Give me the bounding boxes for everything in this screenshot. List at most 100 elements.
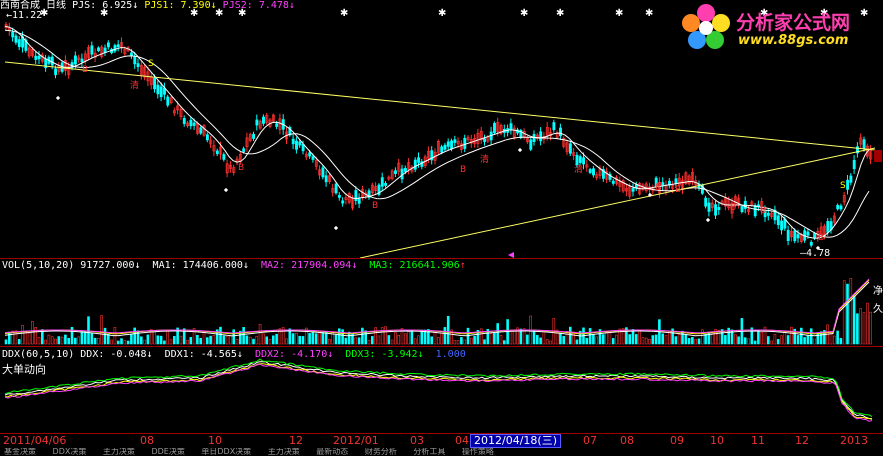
candle-body: [11, 32, 15, 38]
candle-body: [153, 77, 157, 90]
volume-bar: [90, 332, 94, 345]
candle-body: [242, 148, 246, 152]
low-price-marker: —4.78: [800, 248, 830, 259]
candle-body: [275, 123, 279, 127]
axis-label: 12: [795, 434, 809, 447]
volume-bar: [225, 335, 229, 345]
ddx-line: [4, 363, 873, 422]
candle-body: [575, 154, 579, 166]
volume-bar: [638, 329, 641, 345]
volume-bar: [809, 328, 813, 345]
volume-bar: [179, 336, 183, 345]
candle-body: [17, 39, 21, 47]
candle-body: [443, 144, 447, 150]
candle-body: [766, 212, 770, 216]
volume-bar: [413, 338, 417, 345]
bottom-tab[interactable]: 主力决策: [103, 448, 135, 456]
volume-bar: [704, 333, 707, 345]
volume-bar: [17, 339, 21, 345]
candle-body: [252, 133, 256, 139]
candle-body: [552, 122, 556, 131]
separator-volume-ddx: [0, 346, 883, 347]
candle-body: [836, 204, 840, 210]
volume-bar: [526, 334, 529, 345]
logo-url: www.88gs.com: [738, 33, 849, 48]
volume-bar: [173, 336, 176, 345]
volume-bar: [74, 337, 77, 345]
volume-bar: [469, 337, 473, 345]
bottom-tab[interactable]: 最新动态: [316, 448, 348, 456]
bottom-tab[interactable]: DDX决策: [53, 448, 87, 456]
volume-bar: [64, 334, 67, 345]
axis-label: 10: [208, 434, 222, 447]
volume-bar: [189, 337, 193, 345]
ddx2-arrow: ↓: [327, 349, 334, 360]
volume-bar: [842, 280, 846, 345]
right-edge-marker: [874, 150, 882, 162]
candle-body: [592, 168, 595, 176]
volume-bar: [453, 340, 457, 345]
candle-body: [97, 47, 100, 51]
bottom-tab[interactable]: 操作策略: [462, 448, 494, 456]
bottom-tab[interactable]: DDE决策: [151, 448, 184, 456]
volume-bar: [846, 283, 849, 345]
bottom-tab[interactable]: 财务分析: [365, 448, 397, 456]
volume-bar: [601, 334, 605, 345]
axis-selected-date[interactable]: 2012/04/18(三): [470, 434, 561, 448]
ddx1-arrow: ↓: [236, 349, 243, 360]
candle-body: [262, 116, 265, 124]
volume-bar: [301, 336, 305, 345]
candle-body: [205, 134, 209, 141]
volume-bar: [265, 336, 269, 345]
volume-bar: [443, 327, 447, 345]
volume-bar: [694, 339, 698, 345]
ma1-arrow: ↓: [242, 260, 249, 271]
volume-bar: [397, 334, 401, 345]
volume-bar: [44, 339, 47, 345]
volume-bar: [644, 337, 648, 345]
volume-bar: [57, 336, 61, 345]
vol-title[interactable]: VOL(5,10,20): [2, 260, 74, 271]
volume-bar: [130, 333, 133, 345]
ddx-lines: [4, 358, 873, 422]
volume-bar: [691, 337, 694, 345]
ddx2-label: DDX2:: [254, 349, 286, 360]
volume-bar: [592, 334, 595, 345]
volume-bar: [374, 327, 377, 345]
vol-value: 91727.000: [80, 260, 135, 271]
volume-bar: [262, 333, 265, 345]
volume-ma-lines: [4, 278, 870, 337]
candle-body: [417, 157, 421, 163]
volume-bar: [110, 339, 113, 345]
volume-bar: [549, 340, 552, 345]
candle-body: [298, 141, 302, 146]
bottom-tab[interactable]: 分析工具: [413, 448, 445, 456]
bottom-tab[interactable]: 单日DDX决策: [201, 448, 251, 456]
bottom-tab[interactable]: 基金决策: [4, 448, 36, 456]
volume-bar: [83, 330, 87, 345]
ma1-label: MA1:: [152, 260, 177, 271]
candle-body: [849, 175, 853, 183]
signal-label: B: [730, 203, 736, 213]
candle-body: [588, 169, 592, 173]
bottom-tab[interactable]: 主力决策: [268, 448, 300, 456]
volume-bar: [436, 337, 440, 345]
volume-bar: [202, 331, 206, 345]
volume-bar: [295, 333, 298, 345]
site-logo-flower-icon: [682, 4, 730, 49]
candle-body: [846, 179, 850, 190]
candle-body: [14, 35, 18, 43]
candle-body: [189, 119, 193, 127]
kline-chart[interactable]: 清BBBB清清BBBBBSS ✱✱✱✱✱✱✱✱✱✱✱✱✱✱✱: [0, 0, 883, 434]
signal-label: S: [840, 181, 846, 191]
candle-body: [159, 86, 163, 98]
volume-bar: [753, 340, 757, 345]
volume-bar: [377, 335, 381, 345]
volume-bar: [737, 336, 740, 345]
volume-bar: [499, 334, 503, 345]
volume-bar: [146, 334, 150, 345]
volume-bar: [169, 339, 173, 345]
candle-body: [80, 58, 84, 63]
signal-label: 清: [130, 79, 139, 91]
ddx-title[interactable]: DDX(60,5,10): [2, 349, 74, 360]
